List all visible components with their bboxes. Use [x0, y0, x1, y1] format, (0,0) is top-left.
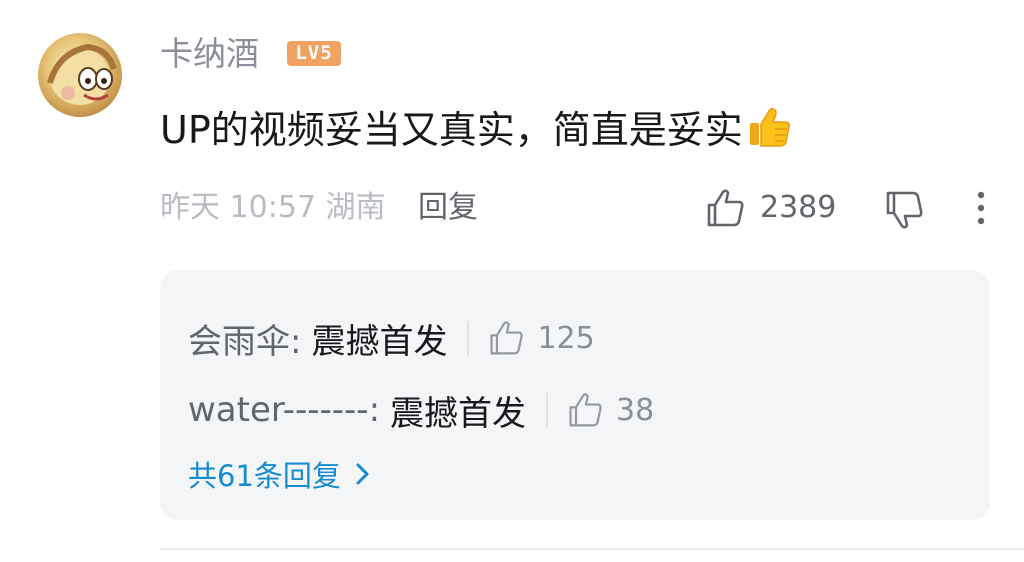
reply-button[interactable]: 回复: [418, 188, 478, 228]
username[interactable]: 卡纳酒: [160, 34, 259, 74]
divider: [467, 321, 470, 355]
more-vertical-icon: [977, 191, 985, 225]
comment-time-location: 昨天 10:57 湖南: [160, 190, 386, 225]
view-all-replies-link[interactable]: 共61条回复: [188, 454, 371, 494]
thumbs-up-icon: [569, 393, 602, 427]
sub-reply-text: 震撼首发: [390, 393, 527, 434]
chevron-right-icon: [356, 463, 369, 485]
sub-reply-like-count: 38: [616, 392, 655, 428]
like-count: 2389: [760, 190, 837, 225]
sub-reply-like-button[interactable]: 38: [566, 391, 654, 429]
dislike-button[interactable]: [883, 189, 925, 231]
avatar[interactable]: [38, 33, 122, 117]
thumbs-down-icon: [886, 191, 923, 229]
view-replies-label: 共61条回复: [188, 459, 341, 493]
comment-body: UP的视频妥当又真实，简直是妥实: [160, 103, 793, 154]
sub-replies-panel: 会雨伞: 震撼首发 125 water-------: 震撼首发 38 共61条…: [160, 270, 990, 520]
more-options-button[interactable]: [968, 188, 994, 228]
thumbs-up-icon: [704, 187, 746, 229]
like-button[interactable]: 2389: [704, 186, 836, 230]
sub-reply-author[interactable]: 会雨伞:: [188, 314, 301, 363]
comment-divider: [160, 548, 1024, 550]
level-badge: LV5: [287, 41, 341, 66]
comment-text: UP的视频妥当又真实，简直是妥实: [160, 108, 743, 152]
sub-reply-author[interactable]: water-------:: [188, 390, 380, 430]
sub-reply-item[interactable]: water-------: 震撼首发 38: [188, 386, 654, 434]
sub-reply-item[interactable]: 会雨伞: 震撼首发 125: [188, 314, 595, 362]
sub-reply-like-count: 125: [537, 320, 595, 356]
thumbs-up-emoji-icon: [745, 103, 793, 151]
sub-reply-like-button[interactable]: 125: [487, 319, 595, 357]
divider: [546, 393, 549, 427]
avatar-image: [47, 43, 117, 105]
sub-reply-text: 震撼首发: [311, 321, 448, 362]
thumbs-up-icon: [490, 321, 524, 355]
